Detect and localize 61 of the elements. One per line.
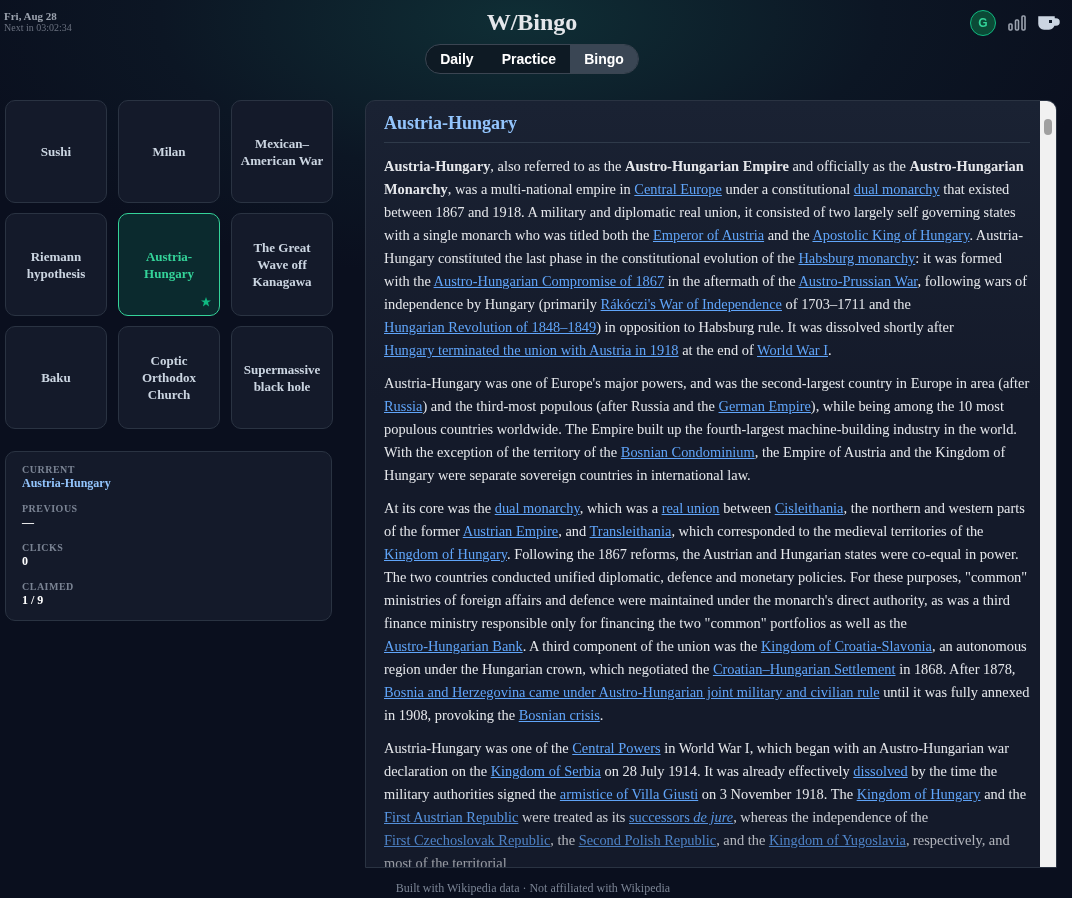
stat-value: 0 [22, 554, 29, 569]
bingo-tile[interactable]: Sushi [5, 100, 107, 203]
article-link[interactable]: Kingdom of Serbia [490, 763, 601, 779]
article-paragraph: At its core was the dual monarchy, which was a real union between Cisleithania, the northern and western parts of the former Austrian Empire, and Transleithania, which corresponded to the medieval territories of the Kingdom of Hungary. Following the 1867 reforms, the Austrian and Hungarian states were co-equal in power. The two countries conducted unified diplomatic, defence and monetary policies. For these purposes, "common" ministries of foreign affairs and defence were maintained under the monarch's direct authority, as was a third finance ministry responsible only for financing the two "common" portfolios as well as the Austro-Hungarian Bank. A third component of the union was the Kingdom of Croatia-Slavonia, an autonomous region under the Hungarian crown, which negotiated the Croatian–Hungarian Settlement in 1868. After 1878, Bosnia and Herzegovina came under Austro-Hungarian joint military and civilian rule until it was fully annexed in 1908, provoking the Bosnian crisis. [384, 499, 1030, 725]
article-link[interactable]: Austro-Prussian War [798, 273, 918, 289]
article-link[interactable]: Kingdom of Yugoslavia [768, 832, 906, 848]
article-link[interactable]: Emperor of Austria [653, 227, 765, 243]
article-link[interactable]: dual monarchy [853, 181, 940, 197]
article-title: Austria-Hungary [384, 113, 1030, 143]
article-link[interactable]: successors de jure [629, 809, 734, 825]
article-link[interactable]: real union [661, 500, 720, 516]
article-link[interactable]: Russia [384, 398, 423, 414]
article-link[interactable]: dissolved [853, 763, 908, 779]
stat-label: PREVIOUS [22, 503, 79, 515]
article-link[interactable]: Bosnia and Herzegovina came under Austro-Hungarian joint military and civilian rule [384, 684, 880, 700]
article-link[interactable]: First Austrian Republic [384, 809, 519, 825]
mode-tab[interactable]: Daily [426, 45, 488, 73]
countdown-label: Next in 03:02:34 [4, 22, 73, 34]
stat-value: — [22, 515, 35, 530]
article-link[interactable]: Hungary terminated the union with Austria in 1918 [384, 342, 679, 358]
bingo-tile[interactable]: Riemann hypothesis [5, 213, 107, 316]
article-link[interactable]: Austro-Hungarian Compromise of 1867 [433, 273, 665, 289]
user-avatar[interactable]: G [970, 10, 996, 36]
footer-note: Built with Wikipedia data · Not affiliated with Wikipedia [394, 881, 672, 896]
article-link[interactable]: German Empire [718, 398, 811, 414]
article-paragraph: Austria-Hungary, also referred to as the Austro-Hungarian Empire and officially as the Austro-Hungarian Monarchy, was a multi-national empire in Central Europe under a constitutional dual monarchy that existed between 1867 and 1918. A military and diplomatic real union, it consisted of two largely self governing states with a single monarch who was titled both the Emperor of Austria and the Apostolic King of Hungary. Austria-Hungary constituted the last phase in the constitutional evolution of the Habsburg monarchy: it was formed with the Austro-Hungarian Compromise of 1867 in the aftermath of the Austro-Prussian War, following wars of independence by Hungary (primarily Rákóczi's War of Independence of 1703–1711 and the Hungarian Revolution of 1848–1849) in opposition to Habsburg rule. It was dissolved shortly after Hungary terminated the union with Austria in 1918 at the end of World War I. [384, 157, 1029, 360]
bingo-tile[interactable]: Mexican–American War [231, 100, 333, 203]
bingo-tile[interactable]: Baku [5, 326, 107, 429]
article-link[interactable]: Kingdom of Hungary [856, 786, 981, 802]
stat-label: CLAIMED [22, 581, 75, 593]
article-link[interactable]: Rákóczi's War of Independence [600, 296, 782, 312]
article-link[interactable]: Central Europe [634, 181, 722, 197]
cup-icon[interactable] [1038, 15, 1060, 31]
article-link[interactable]: Kingdom of Croatia-Slavonia [760, 638, 932, 654]
bingo-tile[interactable]: Supermassive black hole [231, 326, 333, 429]
date-label: Fri, Aug 28 [4, 10, 58, 22]
article-link[interactable]: dual monarchy [494, 500, 580, 516]
article-link[interactable]: World War I [757, 342, 828, 358]
article-link[interactable]: Central Powers [572, 740, 661, 756]
article-link[interactable]: Croatian–Hungarian Settlement [712, 661, 896, 677]
article-paragraph: Austria-Hungary was one of Europe's major powers, and was the second-largest country in Europe in area (after Russia) and the third-most populous (after Russia and the German Empire), while being among the 10 most populous countries worldwide. The Empire built up the fourth-largest machine-building industry in the world. With the exception of the territory of the Bosnian Condominium, the Empire of Austria and the Kingdom of Hungary were separate sovereign countries in international law. [384, 374, 1030, 485]
stat-label: CURRENT [22, 464, 76, 476]
bingo-tile[interactable]: Austria-Hungary [118, 213, 220, 316]
stat-value: Austria-Hungary [22, 476, 112, 491]
app-title: W/Bingo [486, 9, 578, 36]
stat-value: 1 / 9 [22, 593, 45, 608]
stats-icon[interactable] [1008, 15, 1026, 31]
bingo-tile[interactable]: Milan [118, 100, 220, 203]
article-link[interactable]: Bosnian Condominium [620, 444, 755, 460]
article-link[interactable]: Kingdom of Hungary [384, 546, 507, 562]
article-link[interactable]: armistice of Villa Giusti [559, 786, 699, 802]
bingo-tile[interactable]: Coptic Orthodox Church [118, 326, 220, 429]
mode-tab[interactable]: Practice [487, 45, 571, 73]
article-link[interactable]: Hungarian Revolution of 1848–1849 [384, 319, 597, 335]
stat-label: CLICKS [22, 542, 65, 554]
bingo-tile[interactable]: The Great Wave off Kanagawa [231, 213, 333, 316]
article-link[interactable]: Austro-Hungarian Bank [384, 638, 523, 654]
article-link[interactable]: Apostolic King of Hungary [812, 227, 970, 243]
article-link[interactable]: Bosnian crisis [518, 707, 600, 723]
mode-tab[interactable]: Bingo [570, 45, 638, 73]
scrollbar[interactable] [1040, 101, 1056, 867]
